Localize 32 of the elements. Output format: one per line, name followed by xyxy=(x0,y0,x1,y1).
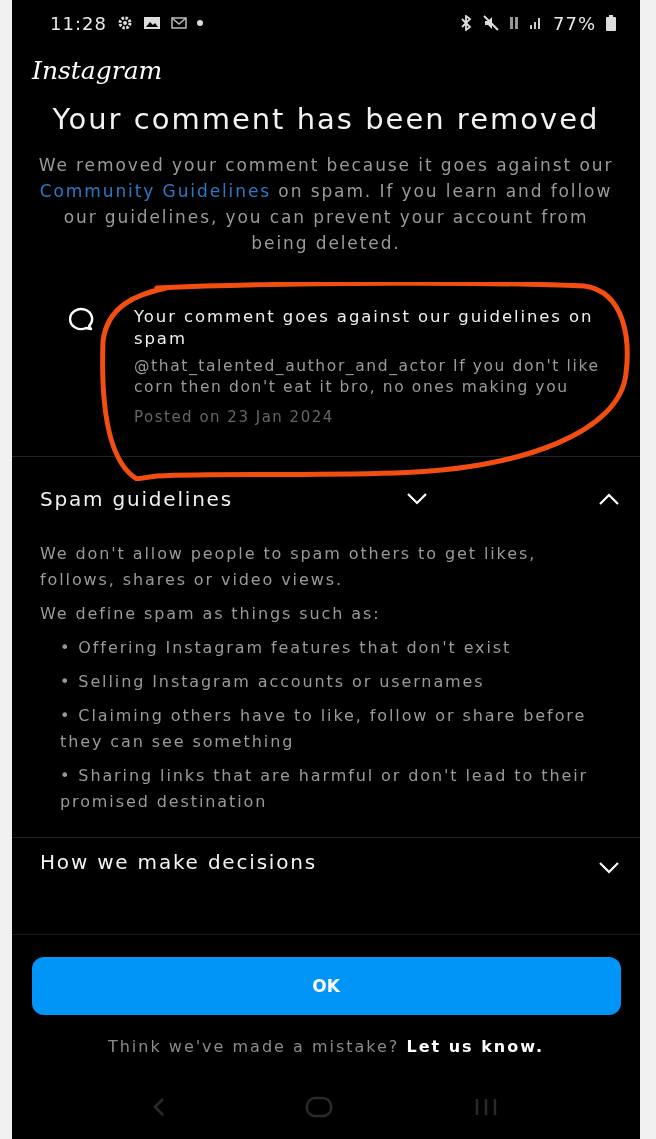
mail-icon xyxy=(170,17,187,29)
guideline-bullet: • Offering Instagram features that don't exist xyxy=(60,637,513,659)
removal-message: We removed your comment because it goes against our Community Guidelines on spam. If you learn and follow our guidelines, you can prevent your account from being deleted. xyxy=(37,154,615,255)
chevron-down-icon[interactable] xyxy=(406,493,428,505)
gallery-icon xyxy=(142,16,161,30)
guideline-bullet: • Sharing links that are harmful or don't lead to their promised destination xyxy=(60,765,589,813)
let-us-know-link[interactable]: Let us know. xyxy=(406,1037,545,1056)
guidelines-link[interactable]: Community Guidelines xyxy=(39,181,272,201)
comment-heading: Your comment goes against our guidelines on spam xyxy=(134,306,595,350)
comment-icon xyxy=(68,306,94,332)
dot-icon xyxy=(196,20,203,26)
chevron-up-icon[interactable] xyxy=(598,493,620,505)
section-title[interactable]: Spam guidelines xyxy=(40,487,406,511)
signal-icon xyxy=(529,16,543,30)
guideline-text: We don't allow people to spam others to get likes, follows, shares or video views. xyxy=(40,543,538,591)
comment-text: @that_talented_author_and_actor If you don't like corn then don't eat it bro, no ones making you xyxy=(134,356,601,398)
guideline-bullet: • Claiming others have to like, follow or share before they can see something xyxy=(60,705,588,753)
mute-icon xyxy=(483,15,499,31)
posted-date: Posted on 23 Jan 2024 xyxy=(134,408,335,426)
gear-icon xyxy=(116,15,133,31)
page-title: Your comment has been removed xyxy=(51,102,601,136)
battery-percent: 77% xyxy=(553,12,596,34)
app-logo: Instagram xyxy=(30,55,164,87)
bluetooth-icon xyxy=(459,15,473,31)
status-time: 11:28 xyxy=(50,12,107,34)
battery-icon xyxy=(606,15,616,31)
mistake-prompt: Think we've made a mistake? Let us know. xyxy=(107,1037,545,1056)
chevron-down-icon[interactable] xyxy=(598,862,620,874)
section-title[interactable]: How we make decisions xyxy=(40,850,598,874)
guideline-bullet: • Selling Instagram accounts or usernames xyxy=(60,671,486,693)
guideline-text: We define spam as things such as: xyxy=(40,603,382,625)
data-icon xyxy=(509,15,519,31)
